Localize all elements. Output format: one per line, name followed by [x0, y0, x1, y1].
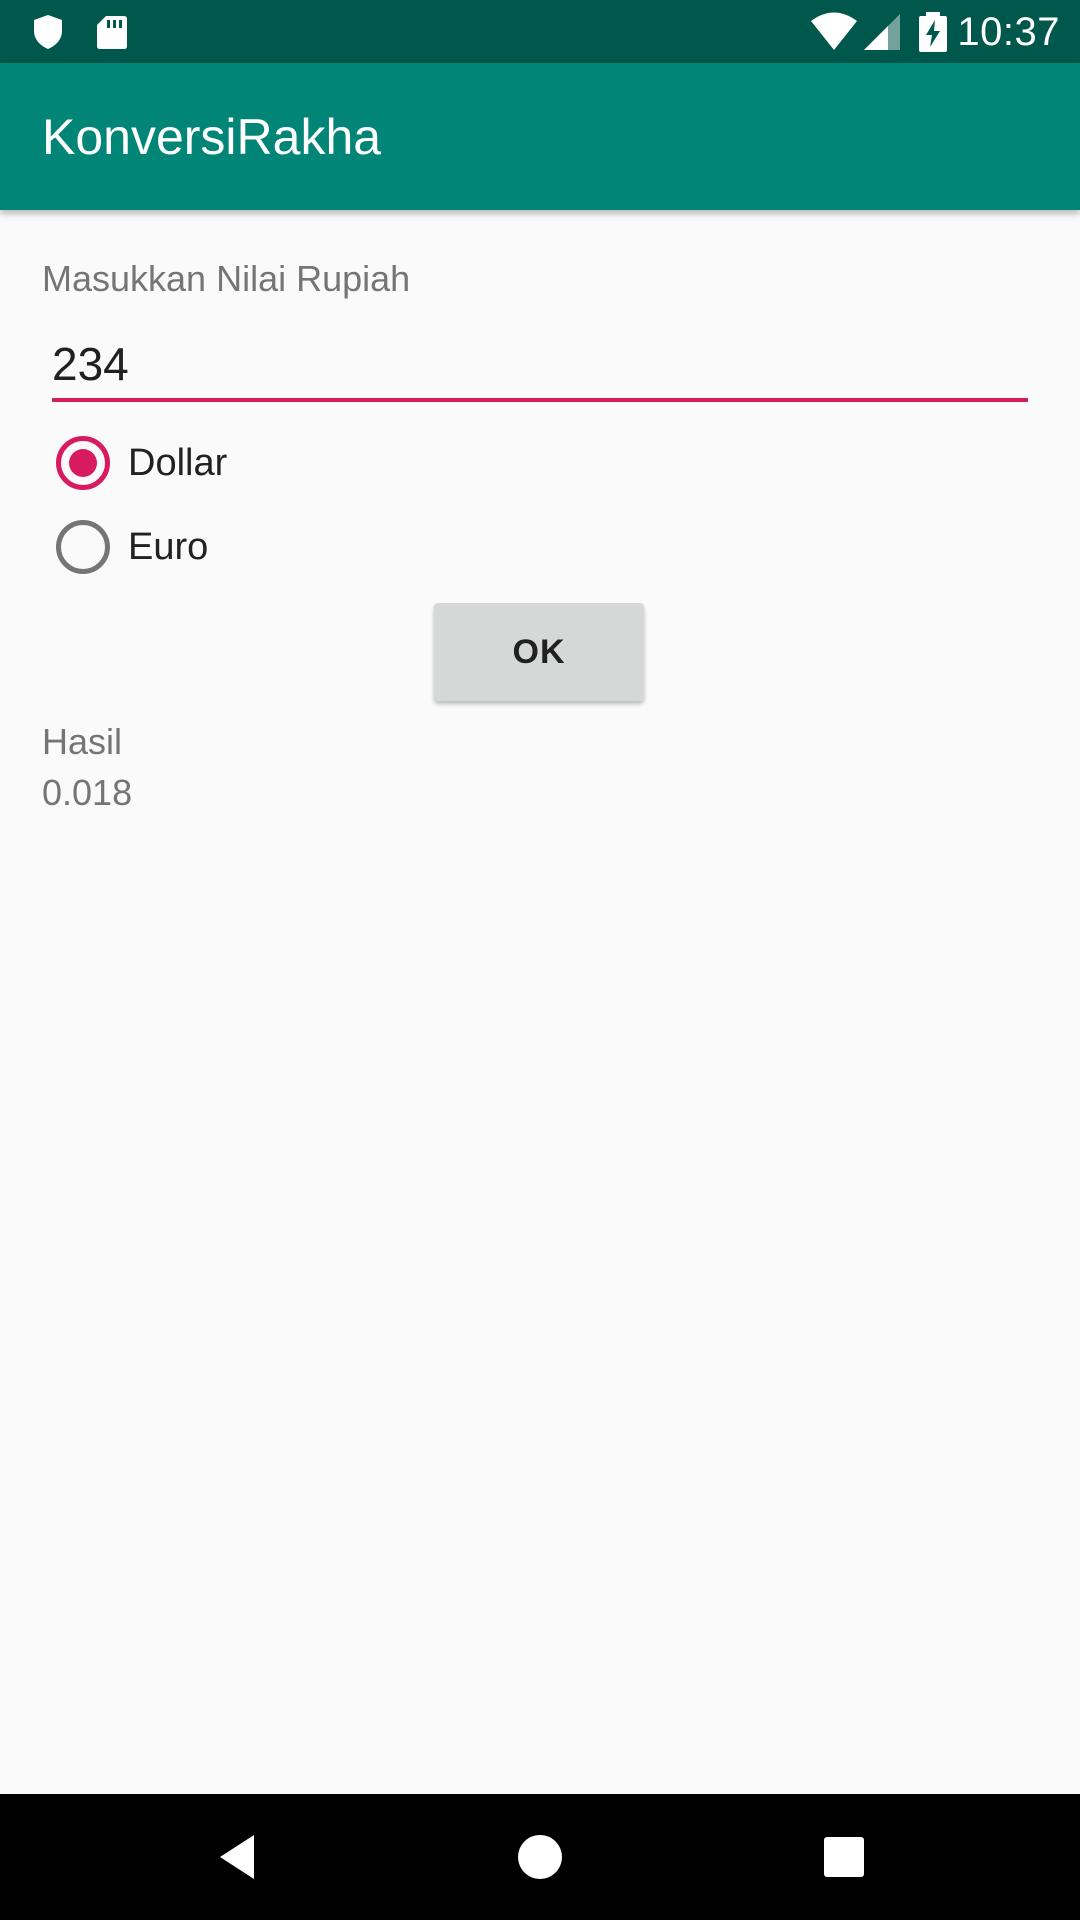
radio-euro-label: Euro: [128, 525, 209, 568]
result-value: 0.018: [42, 772, 133, 813]
app-bar: KonversiRakha: [0, 63, 1080, 210]
radio-unchecked-icon[interactable]: [56, 520, 110, 574]
wifi-icon: [810, 12, 858, 52]
status-bar: 10:37: [0, 0, 1080, 63]
radio-dot: [69, 449, 97, 477]
cell-signal-icon: [862, 12, 902, 52]
battery-charging-icon: [916, 12, 950, 52]
radio-dollar-label: Dollar: [128, 441, 228, 484]
rupiah-input-label: Masukkan Nilai Rupiah: [42, 258, 411, 299]
screen: 10:37 KonversiRakha Masukkan Nilai Rupia…: [0, 0, 1080, 1920]
radio-checked-icon[interactable]: [56, 436, 110, 490]
shield-icon: [28, 12, 68, 52]
recents-icon[interactable]: [814, 1827, 874, 1887]
home-icon[interactable]: [510, 1827, 570, 1887]
status-time: 10:37: [957, 10, 1060, 54]
app-title: KonversiRakha: [42, 109, 382, 165]
ok-button[interactable]: OK: [434, 603, 644, 701]
rupiah-amount-input[interactable]: [52, 330, 1028, 402]
radio-dollar[interactable]: Dollar: [56, 433, 227, 493]
navigation-bar: [0, 1794, 1080, 1920]
result-label: Hasil: [42, 721, 123, 762]
back-icon[interactable]: [208, 1827, 268, 1887]
radio-euro[interactable]: Euro: [56, 517, 208, 577]
sd-card-icon: [92, 12, 132, 52]
